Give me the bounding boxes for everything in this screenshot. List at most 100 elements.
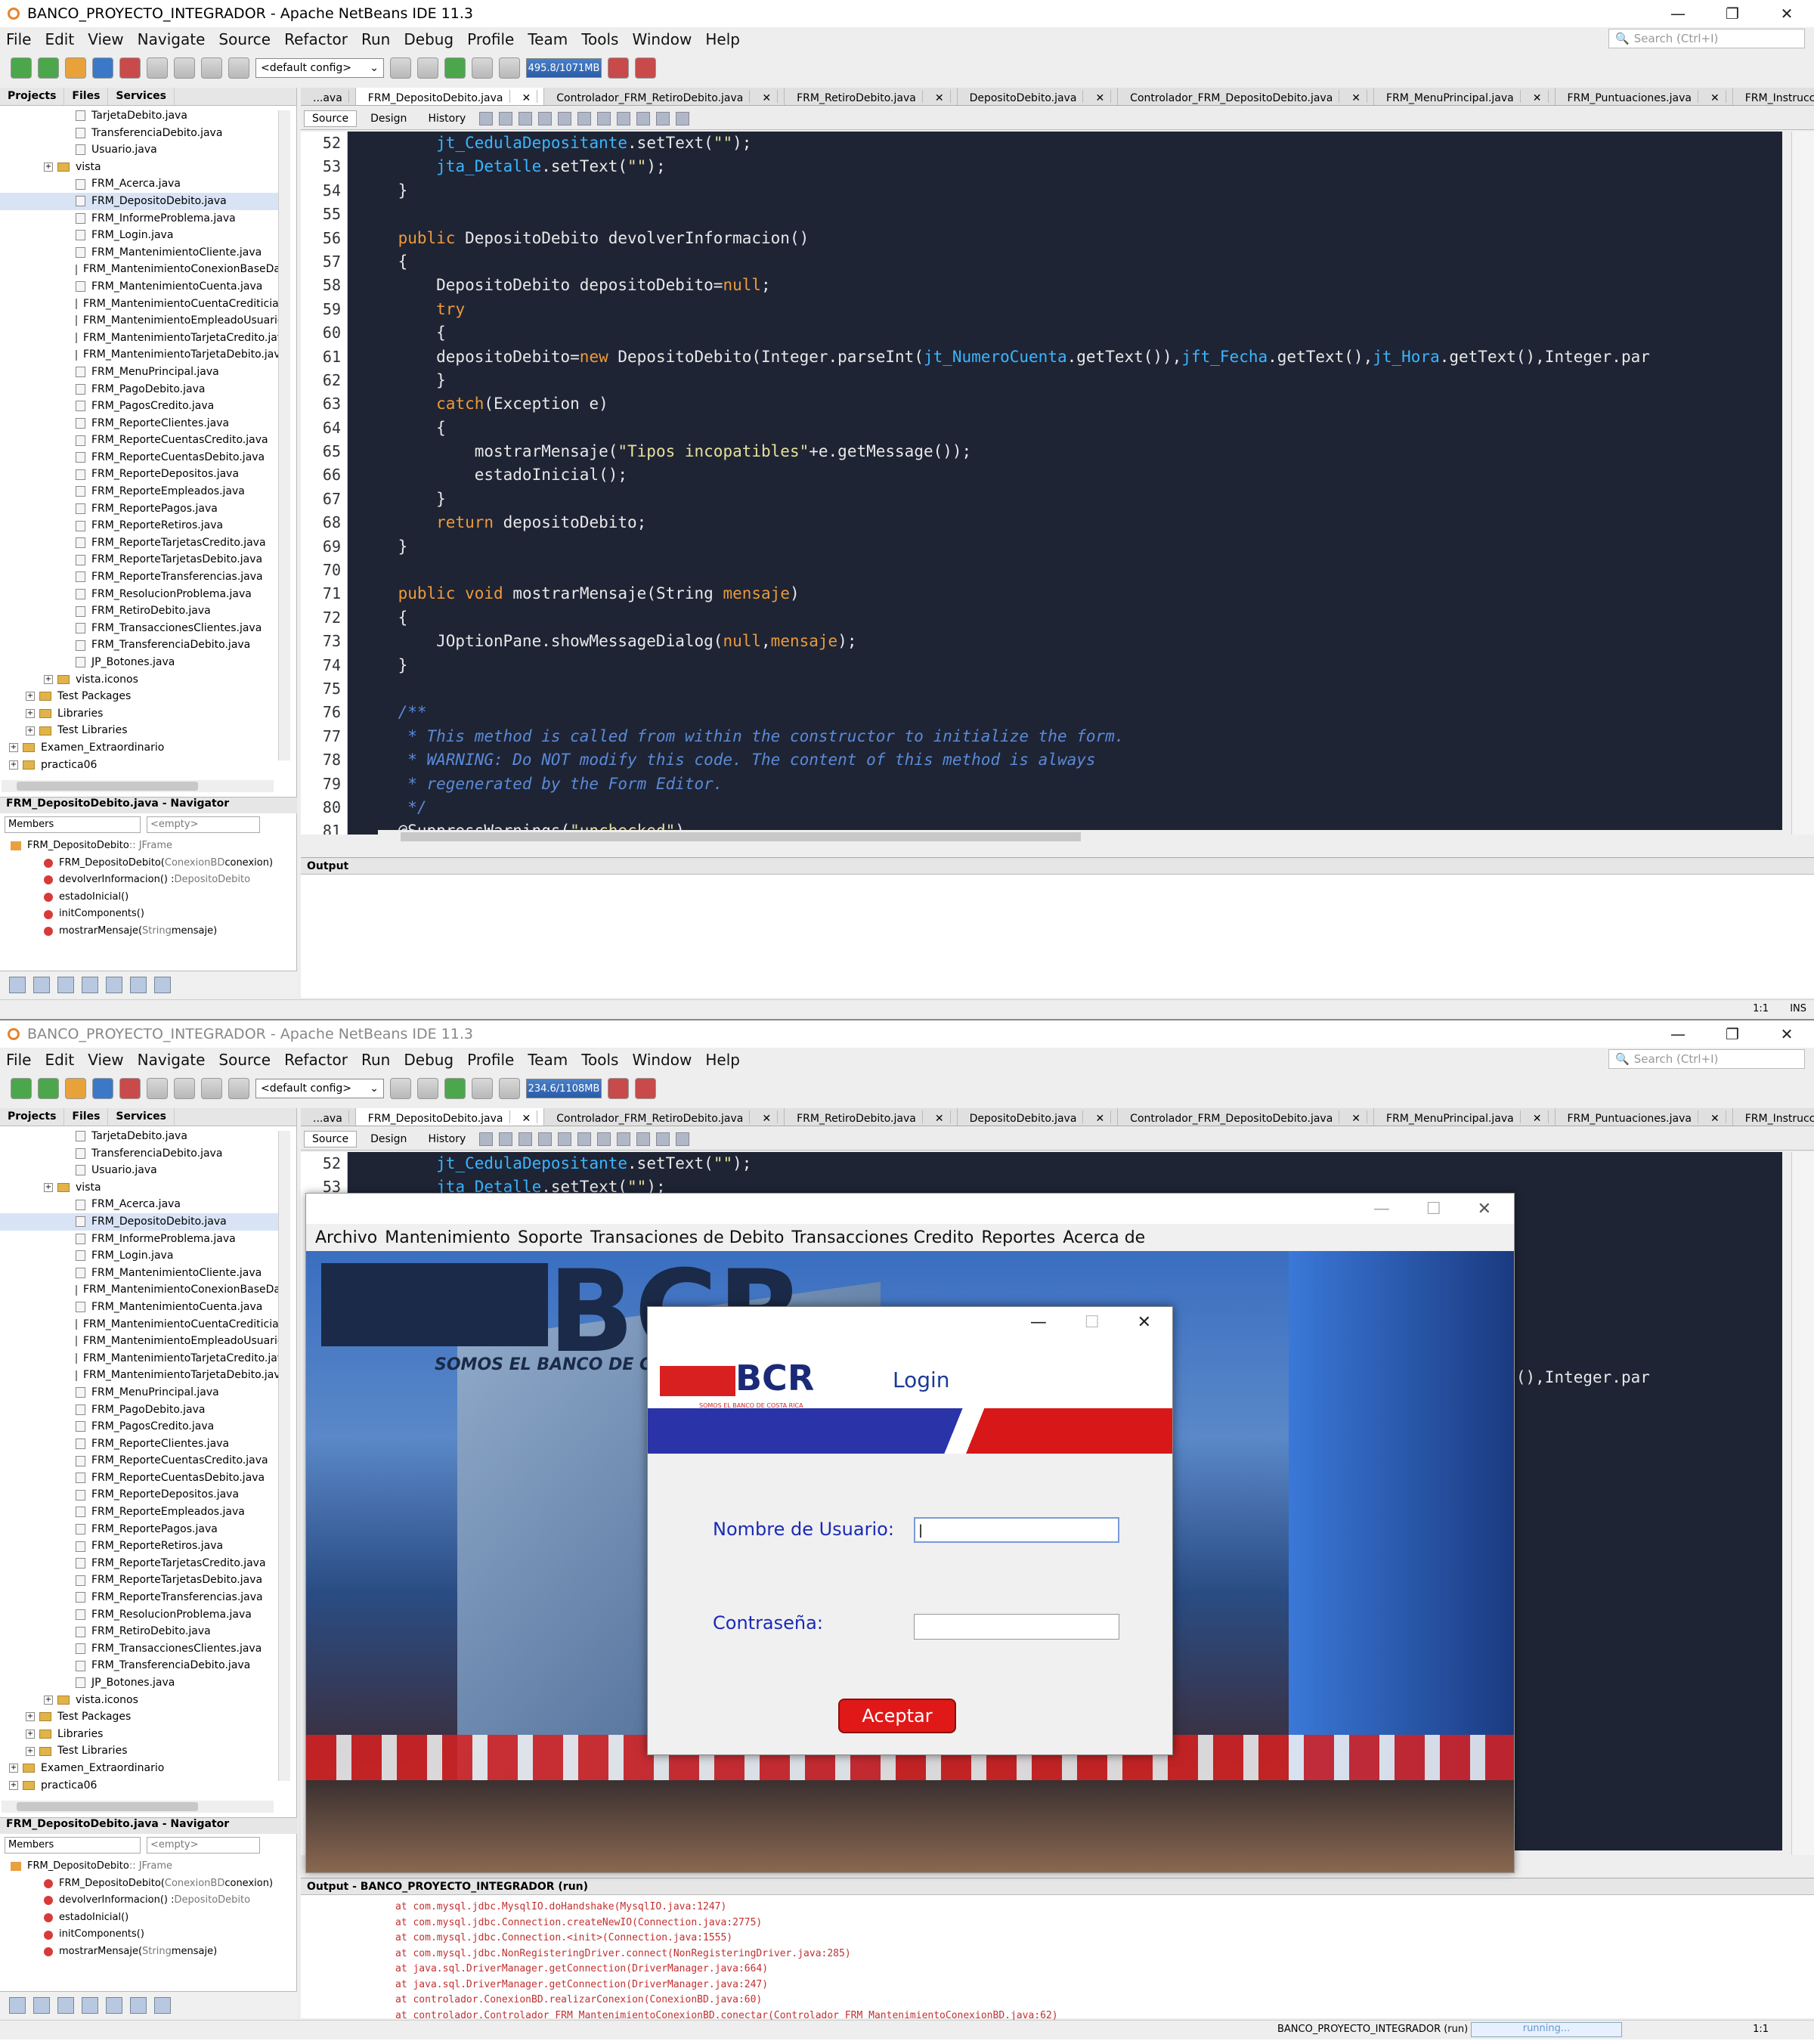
minimize-icon[interactable]: — bbox=[1651, 0, 1705, 27]
tree-item[interactable]: FRM_PagosCredito.java bbox=[0, 1418, 280, 1435]
fields-icon[interactable] bbox=[33, 976, 50, 993]
members-select[interactable]: Members bbox=[5, 1837, 141, 1854]
code-line[interactable]: jt_CedulaDepositante.setText(""); bbox=[360, 1152, 1781, 1175]
editor-tab[interactable]: FRM_DepositoDebito.java ✕ bbox=[355, 1108, 545, 1126]
tree-item[interactable]: FRM_ReporteCuentasDebito.java bbox=[0, 449, 280, 466]
menu-view[interactable]: View bbox=[82, 1051, 131, 1069]
macro-stop-icon[interactable] bbox=[676, 1132, 690, 1146]
undo-icon[interactable] bbox=[201, 57, 222, 79]
navigator-item[interactable]: FRM_DepositoDebito(ConexionBD conexion) bbox=[0, 1875, 297, 1893]
tree-item[interactable]: FRM_InformeProblema.java bbox=[0, 210, 280, 228]
new-project-icon[interactable] bbox=[11, 1078, 32, 1099]
tree-item[interactable]: FRM_RetiroDebito.java bbox=[0, 602, 280, 620]
forward-icon[interactable] bbox=[499, 1132, 513, 1146]
debug-icon[interactable] bbox=[472, 1078, 493, 1099]
expand-icon[interactable]: + bbox=[26, 692, 35, 701]
menu-help[interactable]: Help bbox=[699, 30, 748, 48]
tree-item[interactable]: FRM_ReportePagos.java bbox=[0, 500, 280, 518]
tab-files[interactable]: Files bbox=[64, 1108, 109, 1126]
navigator-item[interactable]: FRM_DepositoDebito(ConexionBD conexion) bbox=[0, 855, 297, 872]
tab-history[interactable]: History bbox=[420, 1132, 473, 1147]
shift-right-icon[interactable] bbox=[636, 111, 651, 125]
sort-icon[interactable] bbox=[130, 976, 147, 993]
static-icon[interactable] bbox=[57, 1996, 74, 2014]
tab-design[interactable]: Design bbox=[363, 1132, 414, 1147]
close-icon[interactable]: ✕ bbox=[1760, 1020, 1814, 1048]
output-log[interactable]: at com.mysql.jdbc.MysqlIO.doHandshake(My… bbox=[301, 1895, 1814, 2024]
tree-item[interactable]: + Examen_Extraordinario bbox=[0, 1760, 280, 1777]
editor-hscrollbar[interactable] bbox=[378, 830, 1784, 844]
find-icon[interactable] bbox=[519, 1132, 533, 1146]
code-line[interactable]: */ bbox=[360, 796, 1781, 819]
code-line[interactable]: * regenerated by the Form Editor. bbox=[360, 773, 1781, 796]
tree-item[interactable]: FRM_MantenimientoCuenta.java bbox=[0, 278, 280, 296]
tree-scrollbar[interactable] bbox=[278, 110, 290, 760]
menu-file[interactable]: File bbox=[0, 30, 39, 48]
macro-record-icon[interactable] bbox=[656, 1132, 670, 1146]
code-line[interactable]: } bbox=[360, 369, 1781, 392]
code-line[interactable]: } bbox=[360, 488, 1781, 511]
tree-item[interactable]: FRM_MantenimientoEmpleadoUsuario.j bbox=[0, 312, 280, 330]
close-tab-icon[interactable]: ✕ bbox=[1704, 90, 1726, 104]
editor-tab[interactable]: Controlador_FRM_RetiroDebito.java ✕ bbox=[544, 1108, 785, 1126]
output-line[interactable]: at controlador.ConexionBD.realizarConexi… bbox=[395, 1993, 1814, 2008]
editor-tab[interactable]: FRM_RetiroDebito.java ✕ bbox=[785, 1108, 958, 1126]
tree-item[interactable]: FRM_PagoDebito.java bbox=[0, 381, 280, 398]
menu-tools[interactable]: Tools bbox=[575, 1051, 626, 1069]
output-line[interactable]: at com.mysql.jdbc.Connection.<init>(Conn… bbox=[395, 1931, 1814, 1946]
tree-item[interactable]: FRM_TransferenciaDebito.java bbox=[0, 636, 280, 654]
tree-item[interactable]: FRM_PagoDebito.java bbox=[0, 1401, 280, 1419]
find-next-icon[interactable] bbox=[558, 111, 572, 125]
back-icon[interactable] bbox=[479, 111, 494, 125]
menu-soporte[interactable]: Soporte bbox=[518, 1228, 583, 1247]
menu-file[interactable]: File bbox=[0, 1051, 39, 1069]
aceptar-button[interactable]: Aceptar bbox=[838, 1699, 956, 1733]
filter-icon[interactable] bbox=[9, 1996, 26, 2014]
navigator-item[interactable]: estadoInicial() bbox=[0, 1909, 297, 1927]
menu-navigate[interactable]: Navigate bbox=[132, 30, 213, 48]
expand-icon[interactable]: + bbox=[26, 726, 35, 736]
tree-item[interactable]: FRM_InformeProblema.java bbox=[0, 1231, 280, 1248]
tree-item[interactable]: FRM_Acerca.java bbox=[0, 175, 280, 193]
tree-item[interactable]: FRM_MantenimientoTarjetaCredito.jav bbox=[0, 1350, 280, 1367]
editor-scrollbar[interactable] bbox=[1791, 1152, 1814, 1855]
code-line[interactable]: estadoInicial(); bbox=[360, 463, 1781, 487]
tree-hscrollbar[interactable] bbox=[2, 780, 274, 792]
menu-edit[interactable]: Edit bbox=[39, 30, 82, 48]
close-icon[interactable]: ✕ bbox=[1760, 0, 1814, 27]
menu-profile[interactable]: Profile bbox=[461, 1051, 522, 1069]
redo-icon[interactable] bbox=[228, 1078, 249, 1099]
code-line[interactable]: { bbox=[360, 321, 1781, 345]
clean-build-icon[interactable] bbox=[417, 57, 438, 79]
config-select[interactable]: <default config> bbox=[255, 1079, 384, 1098]
tree-item[interactable]: FRM_DepositoDebito.java bbox=[0, 192, 280, 210]
tree-item[interactable]: FRM_ReporteDepositos.java bbox=[0, 1486, 280, 1504]
sort-alpha-icon[interactable] bbox=[154, 1996, 171, 2014]
inherited-icon[interactable] bbox=[82, 1996, 98, 2014]
code-line[interactable]: jt_CedulaDepositante.setText(""); bbox=[360, 132, 1781, 155]
tree-item[interactable]: FRM_TransferenciaDebito.java bbox=[0, 1657, 280, 1674]
menu-navigate[interactable]: Navigate bbox=[132, 1051, 213, 1069]
tree-item[interactable]: FRM_ReporteClientes.java bbox=[0, 1435, 280, 1453]
output-line[interactable]: at com.mysql.jdbc.NonRegisteringDriver.c… bbox=[395, 1946, 1814, 1962]
editor-tab[interactable]: FRM_RetiroDebito.java ✕ bbox=[785, 88, 958, 105]
tree-item[interactable]: + vista.iconos bbox=[0, 671, 280, 689]
menu-source[interactable]: Source bbox=[212, 1051, 278, 1069]
config-select[interactable]: <default config> bbox=[255, 58, 384, 78]
expand-icon[interactable]: + bbox=[26, 709, 35, 719]
expand-icon[interactable]: + bbox=[44, 674, 53, 684]
restore-icon[interactable]: ❐ bbox=[1705, 1020, 1760, 1048]
editor-tab[interactable]: FRM_Instrucciones.java✕ bbox=[1733, 88, 1814, 105]
output-tab[interactable]: Output - BANCO_PROYECTO_INTEGRADOR (run) bbox=[301, 1878, 1814, 1895]
output-tab[interactable]: Output bbox=[301, 858, 1814, 875]
code-line[interactable]: DepositoDebito depositoDebito=null; bbox=[360, 274, 1781, 297]
editor-tab[interactable]: FRM_Puntuaciones.java ✕ bbox=[1556, 1108, 1733, 1126]
tree-item[interactable]: + Test Packages bbox=[0, 688, 280, 705]
menu-run[interactable]: Run bbox=[355, 1051, 398, 1069]
tree-item[interactable]: FRM_ReporteDepositos.java bbox=[0, 466, 280, 483]
code-line[interactable]: { bbox=[360, 606, 1781, 630]
editor-tab[interactable]: FRM_DepositoDebito.java ✕ bbox=[355, 88, 545, 105]
close-tab-icon[interactable]: ✕ bbox=[756, 1110, 779, 1125]
tree-item[interactable]: FRM_MantenimientoConexionBaseDato bbox=[0, 1281, 280, 1299]
save-all-icon[interactable] bbox=[92, 57, 113, 79]
